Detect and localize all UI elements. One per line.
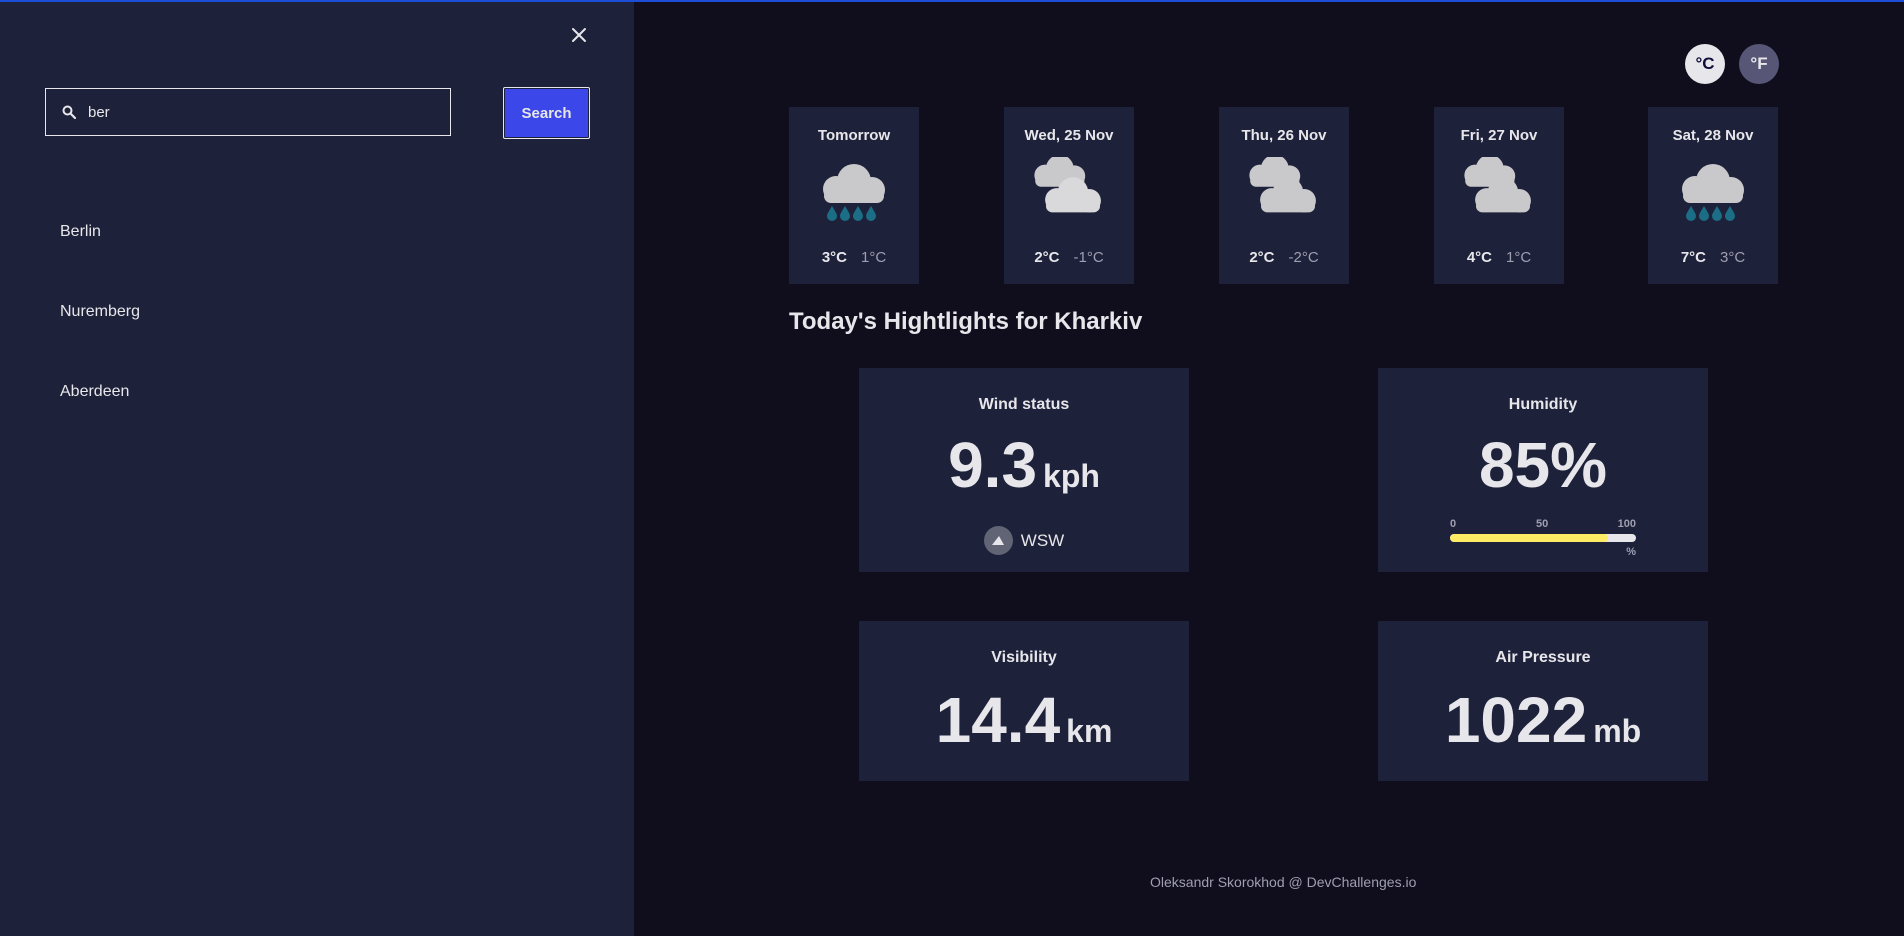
forecast-max-temp: 2°C	[1034, 249, 1060, 266]
wind-status-card: Wind status 9.3 kph WSW	[859, 368, 1189, 572]
humidity-bar-track	[1450, 534, 1636, 542]
wind-speed-unit: kph	[1043, 458, 1100, 494]
forecast-min-temp: 3°C	[1720, 249, 1746, 266]
forecast-min-temp: 1°C	[861, 249, 887, 266]
forecast-card: Thu, 26 Nov 2°C -2°C	[1219, 107, 1349, 284]
humidity-scale-100: 100	[1617, 518, 1636, 530]
humidity-scale-unit: %	[1626, 546, 1636, 558]
forecast-max-temp: 2°C	[1249, 249, 1275, 266]
light-rain-icon	[823, 164, 885, 221]
forecast-min-temp: -1°C	[1073, 249, 1104, 266]
search-field[interactable]	[45, 88, 451, 136]
search-result-nuremberg[interactable]: Nuremberg	[60, 290, 140, 370]
wind-status-label: Wind status	[978, 396, 1070, 413]
visibility-unit: km	[1066, 713, 1113, 749]
humidity-bar: 0 50 100 %	[1450, 518, 1636, 558]
forecast-max-temp: 4°C	[1466, 249, 1492, 266]
wind-direction-icon	[983, 526, 1013, 555]
visibility-label: Visibility	[991, 649, 1057, 666]
close-icon	[572, 28, 586, 42]
search-sidebar: Search Berlin Nuremberg Aberdeen	[0, 0, 634, 936]
heavy-cloud-icon	[1464, 157, 1531, 213]
humidity-label: Humidity	[1508, 396, 1578, 413]
visibility-card: Visibility 14.4 km	[859, 621, 1189, 781]
celsius-toggle-button[interactable]: °C	[1685, 44, 1725, 84]
forecast-day: Thu, 26 Nov	[1241, 127, 1327, 144]
forecast-card: Tomorrow 3°C 1°C	[789, 107, 919, 284]
humidity-bar-fill	[1450, 534, 1609, 542]
air-pressure-value: 1022	[1444, 684, 1588, 756]
top-accent-line	[0, 0, 1904, 2]
search-results-list: Berlin Nuremberg Aberdeen	[60, 210, 140, 450]
search-result-berlin[interactable]: Berlin	[60, 210, 140, 290]
wind-direction-text: WSW	[1020, 530, 1065, 550]
humidity-scale-0: 0	[1450, 518, 1457, 530]
highlights-title: Today's Hightlights for Kharkiv	[789, 308, 1143, 335]
humidity-value: 85%	[1478, 429, 1608, 501]
forecast-day: Tomorrow	[817, 127, 891, 144]
search-icon	[62, 104, 78, 120]
forecast-card: Fri, 27 Nov 4°C 1°C	[1434, 107, 1564, 284]
wind-speed-value: 9.3	[948, 429, 1038, 501]
forecast-min-temp: 1°C	[1506, 249, 1532, 266]
footer-credit: Oleksandr Skorokhod @ DevChallenges.io	[1150, 874, 1417, 890]
forecast-day: Sat, 28 Nov	[1672, 127, 1754, 144]
forecast-day: Wed, 25 Nov	[1024, 127, 1114, 144]
humidity-scale-50: 50	[1536, 518, 1549, 530]
light-rain-icon	[1682, 164, 1744, 221]
visibility-value: 14.4	[935, 684, 1061, 756]
fahrenheit-toggle-button[interactable]: °F	[1739, 44, 1779, 84]
search-result-aberdeen[interactable]: Aberdeen	[60, 370, 140, 450]
heavy-cloud-icon	[1034, 157, 1101, 213]
forecast-card: Sat, 28 Nov 7°C 3°C	[1648, 107, 1778, 284]
forecast-day: Fri, 27 Nov	[1460, 127, 1538, 144]
forecast-max-temp: 7°C	[1680, 249, 1706, 266]
forecast-max-temp: 3°C	[821, 249, 847, 266]
heavy-cloud-icon	[1249, 157, 1316, 213]
air-pressure-card: Air Pressure 1022 mb	[1378, 621, 1708, 781]
forecast-min-temp: -2°C	[1288, 249, 1319, 266]
search-input[interactable]	[86, 102, 430, 122]
air-pressure-unit: mb	[1593, 713, 1642, 749]
forecast-card: Wed, 25 Nov 2°C -1°C	[1004, 107, 1134, 284]
air-pressure-label: Air Pressure	[1495, 649, 1591, 666]
search-button[interactable]: Search	[503, 87, 590, 139]
close-sidebar-button[interactable]	[566, 22, 592, 48]
humidity-card: Humidity 85% 0 50 100 %	[1378, 368, 1708, 572]
